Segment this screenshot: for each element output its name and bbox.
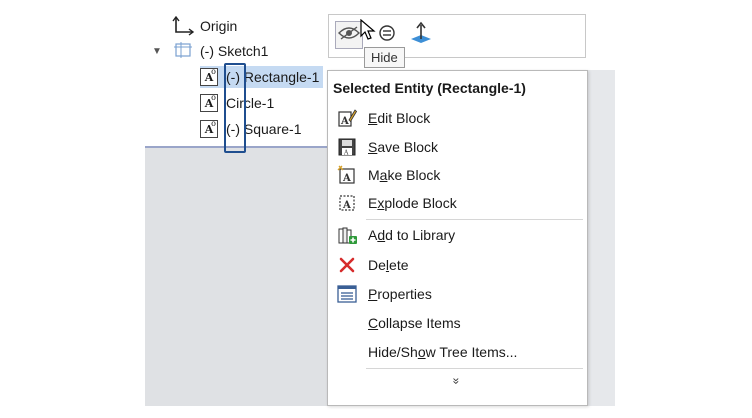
- prefix-highlight-box: [224, 63, 246, 153]
- menu-item-label: Edit Block: [368, 110, 431, 126]
- add-library-icon: [336, 224, 358, 246]
- tree-item-rectangle-1[interactable]: Ao (-) Rectangle-1: [200, 66, 324, 88]
- menu-item-label: Properties: [368, 286, 432, 302]
- mouse-pointer-icon: [360, 18, 376, 46]
- delete-icon: [336, 254, 358, 276]
- collapse-arrow-icon[interactable]: ▼: [152, 46, 162, 57]
- menu-item-edit-block[interactable]: A Edit Block: [328, 104, 587, 132]
- normal-to-icon: [409, 21, 433, 50]
- menu-item-label: Save Block: [368, 139, 439, 155]
- block-name: Square-1: [243, 121, 302, 137]
- explode-block-icon: A: [336, 192, 358, 214]
- sketch-label: (-) Sketch1: [200, 43, 269, 59]
- origin-label: Origin: [200, 18, 238, 34]
- graphics-area-right: [588, 70, 615, 406]
- menu-item-explode-block[interactable]: A Explode Block: [328, 189, 587, 217]
- svg-text:A: A: [340, 116, 349, 127]
- svg-text:A: A: [342, 200, 351, 211]
- svg-text:A: A: [343, 150, 349, 157]
- menu-item-save-block[interactable]: A Save Block: [328, 133, 587, 161]
- save-block-icon: A: [336, 136, 358, 158]
- tree-item-sketch1[interactable]: (-) Sketch1: [172, 40, 268, 62]
- menu-item-make-block[interactable]: A Make Block: [328, 161, 587, 189]
- sketch-icon: [172, 42, 194, 60]
- hide-eye-icon: [338, 25, 360, 46]
- block-icon: Ao: [200, 119, 218, 138]
- menu-item-delete[interactable]: Delete: [328, 251, 587, 279]
- menu-item-icon-placeholder: [336, 341, 358, 363]
- tree-item-square-1[interactable]: Ao (-) Square-1: [200, 118, 301, 140]
- menu-item-icon-placeholder: [336, 312, 358, 334]
- block-icon: Ao: [200, 67, 218, 86]
- hide-tooltip: Hide: [364, 47, 405, 68]
- hide-button[interactable]: [335, 21, 363, 49]
- expand-menu-chevron-icon[interactable]: »: [449, 378, 463, 385]
- swap-icon: [378, 24, 396, 47]
- menu-item-add-to-library[interactable]: Add to Library: [328, 221, 587, 249]
- svg-text:A: A: [342, 173, 351, 184]
- menu-item-collapse-items[interactable]: Collapse Items: [328, 309, 587, 337]
- menu-item-label: Collapse Items: [368, 315, 461, 331]
- menu-item-hide-show-tree-items[interactable]: Hide/Show Tree Items...: [328, 338, 587, 366]
- menu-separator: [366, 368, 583, 369]
- edit-block-icon: A: [336, 107, 358, 129]
- block-name: Rectangle-1: [243, 69, 320, 85]
- block-icon: Ao: [200, 93, 218, 112]
- menu-item-label: Delete: [368, 257, 409, 273]
- menu-separator: [366, 219, 583, 220]
- tree-item-origin[interactable]: Origin: [172, 15, 237, 37]
- menu-item-properties[interactable]: Properties: [328, 280, 587, 308]
- graphics-area-left: [145, 148, 327, 406]
- context-menu-header: Selected Entity (Rectangle-1): [328, 71, 587, 105]
- menu-item-label: Add to Library: [368, 227, 456, 243]
- menu-item-label: Explode Block: [368, 195, 457, 211]
- swap-button[interactable]: [373, 21, 401, 49]
- context-menu: Selected Entity (Rectangle-1) A Edit Blo…: [327, 70, 588, 406]
- origin-icon: [172, 15, 196, 36]
- menu-item-label: Hide/Show Tree Items...: [368, 344, 518, 360]
- properties-icon: [336, 283, 358, 305]
- make-block-icon: A: [336, 164, 358, 186]
- normal-to-button[interactable]: [407, 21, 435, 49]
- menu-item-label: Make Block: [368, 167, 441, 183]
